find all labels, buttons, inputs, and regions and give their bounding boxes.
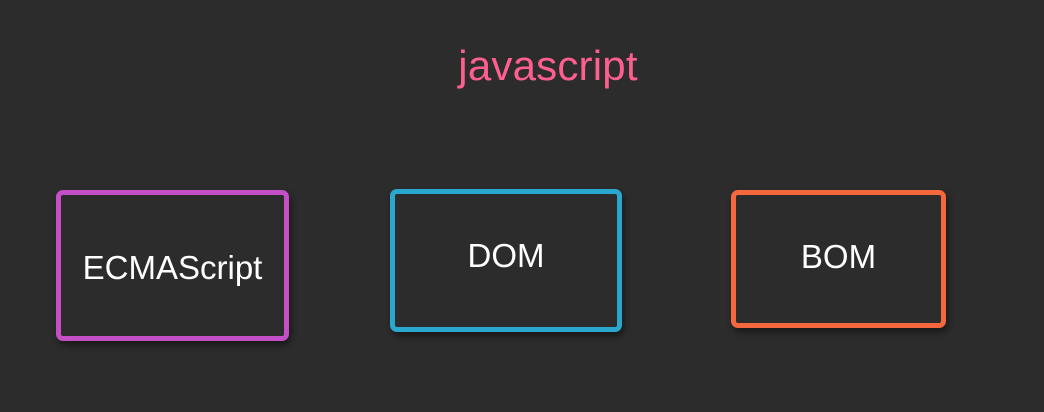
node-ecmascript-label: ECMAScript xyxy=(82,249,263,286)
node-bom: BOM xyxy=(731,190,946,328)
node-ecmascript: ECMAScript xyxy=(56,190,289,341)
diagram-title: javascript xyxy=(458,42,638,89)
node-bom-label: BOM xyxy=(800,237,877,275)
node-dom: DOM xyxy=(390,189,622,332)
node-dom-label: DOM xyxy=(467,236,545,274)
